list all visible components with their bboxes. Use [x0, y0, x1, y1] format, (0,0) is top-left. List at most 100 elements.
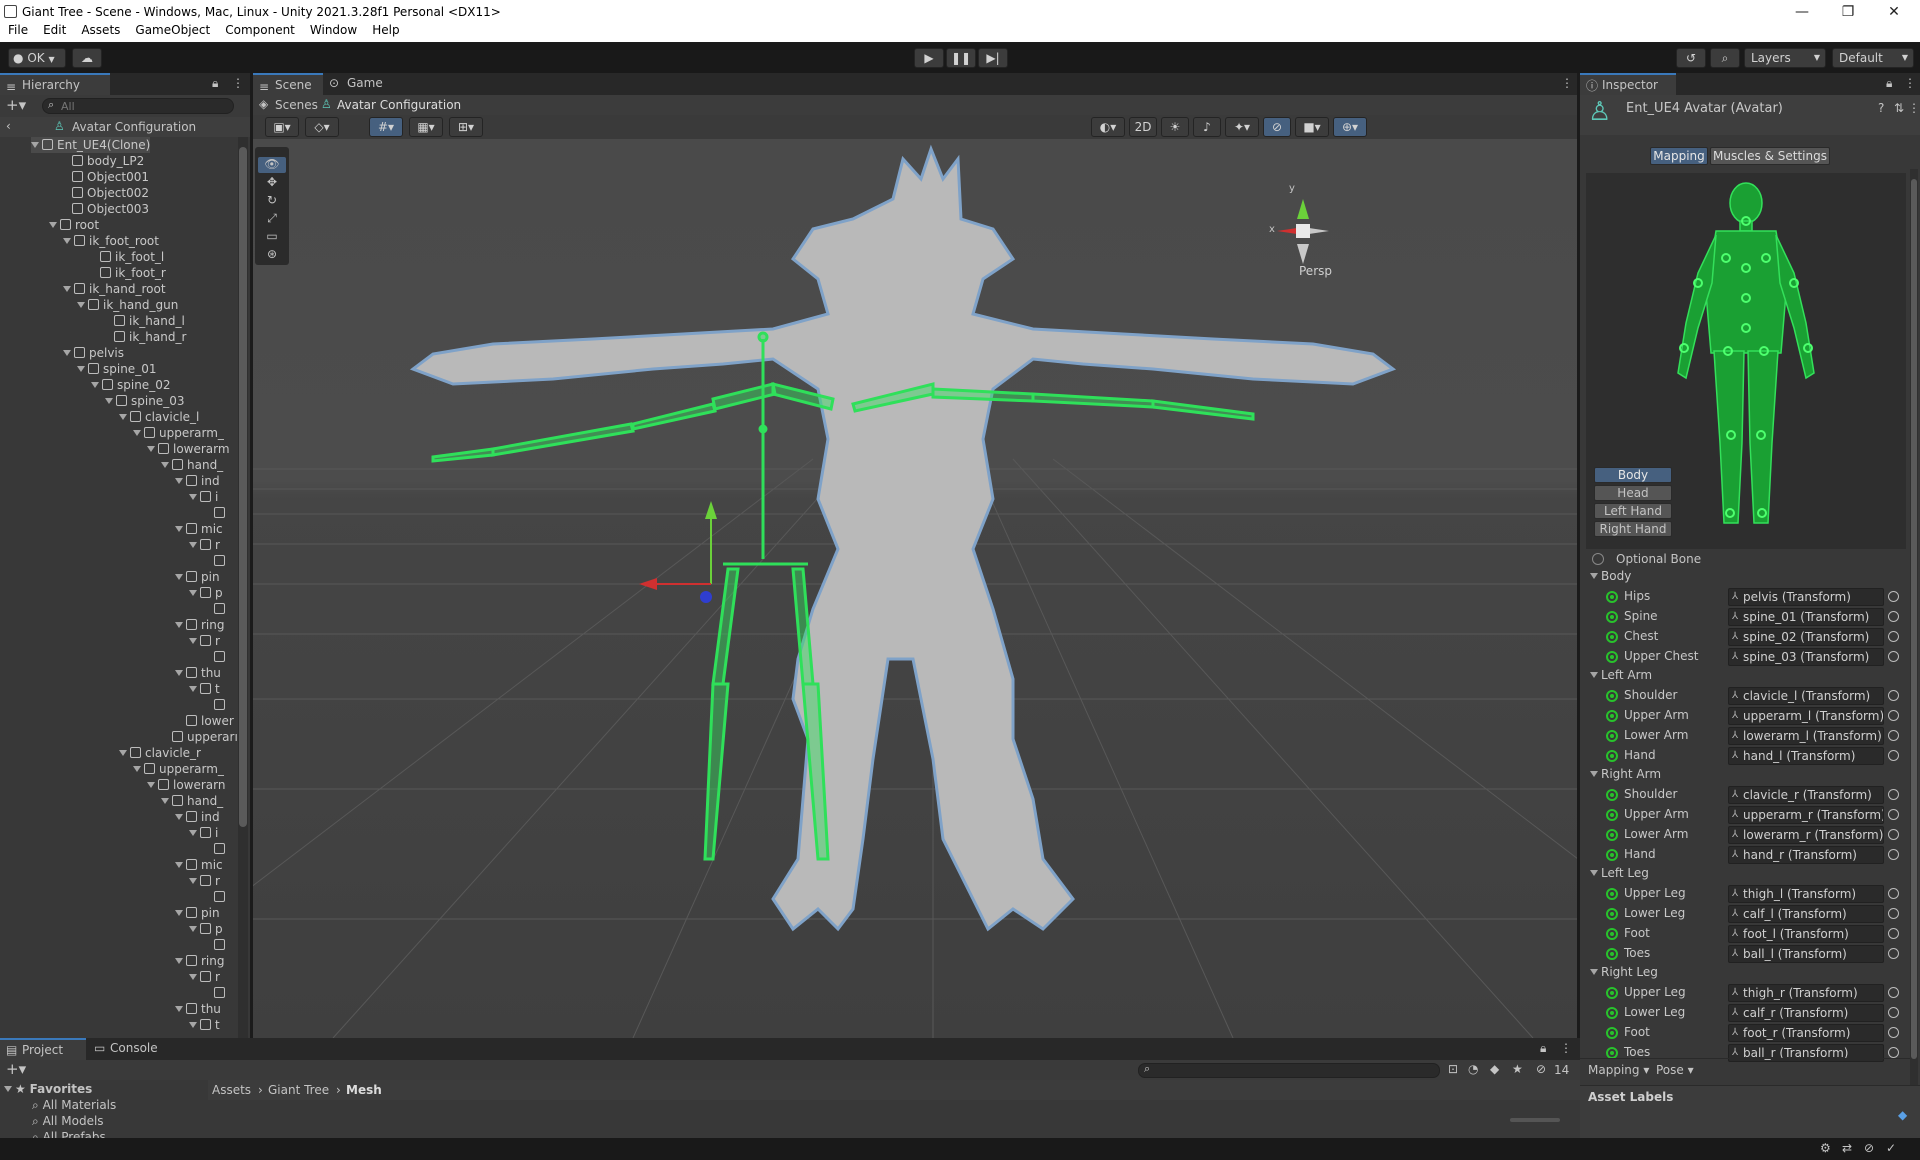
- object-picker-icon[interactable]: [1888, 928, 1899, 939]
- hierarchy-row[interactable]: hand_: [161, 457, 223, 473]
- tab-scene[interactable]: ≡ Scene: [253, 73, 323, 95]
- foldout-arrow-icon[interactable]: [175, 478, 183, 484]
- bone-group-header[interactable]: Left Arm: [1590, 668, 1652, 682]
- object-picker-icon[interactable]: [1888, 1007, 1899, 1018]
- foldout-arrow-icon[interactable]: [189, 830, 197, 836]
- breadcrumb-avatar-config[interactable]: Avatar Configuration: [337, 98, 461, 112]
- hierarchy-row[interactable]: ring: [175, 953, 225, 969]
- object-picker-icon[interactable]: [1888, 908, 1899, 919]
- hierarchy-row[interactable]: Object003: [72, 201, 149, 217]
- tab-inspector[interactable]: ⓘ Inspector: [1580, 73, 1676, 95]
- menu-item-window[interactable]: Window: [302, 20, 364, 37]
- pose-dropdown[interactable]: Pose ▾: [1656, 1063, 1694, 1077]
- bone-status-icon[interactable]: [1606, 611, 1618, 623]
- hierarchy-row[interactable]: ik_hand_l: [114, 313, 185, 329]
- object-picker-icon[interactable]: [1888, 611, 1899, 622]
- favorite-icon[interactable]: ★: [1512, 1062, 1523, 1076]
- settings-icon[interactable]: ⇅: [1894, 101, 1904, 115]
- foldout-arrow-icon[interactable]: [175, 814, 183, 820]
- grid-button[interactable]: ▦▾: [409, 117, 443, 137]
- object-picker-icon[interactable]: [1888, 888, 1899, 899]
- bone-transform-field[interactable]: lowerarm_r (Transform): [1728, 826, 1884, 844]
- add-icon[interactable]: +▾: [6, 1060, 26, 1078]
- hidden-packages-icon[interactable]: ⊘: [1536, 1062, 1546, 1076]
- hierarchy-row[interactable]: upperarm_: [133, 425, 224, 441]
- hierarchy-row[interactable]: body_LP2: [72, 153, 144, 169]
- transform-tool-button[interactable]: ⊛: [258, 247, 286, 263]
- foldout-arrow-icon[interactable]: [77, 302, 85, 308]
- object-picker-icon[interactable]: [1888, 849, 1899, 860]
- hierarchy-row[interactable]: thu: [175, 665, 221, 681]
- step-button[interactable]: ▶|: [978, 48, 1008, 68]
- foldout-arrow-icon[interactable]: [189, 1022, 197, 1028]
- foldout-arrow-icon[interactable]: [175, 862, 183, 868]
- scene-viewport[interactable]: y x Persp 👁︎ ✥ ↻ ⤢ ▭ ⊛: [253, 139, 1577, 1038]
- bone-transform-field[interactable]: foot_l (Transform): [1728, 925, 1884, 943]
- more-icon[interactable]: ⋮: [232, 76, 244, 90]
- bone-transform-field[interactable]: thigh_l (Transform): [1728, 885, 1884, 903]
- favorite-item[interactable]: ⌕ All Materials: [32, 1098, 116, 1113]
- object-picker-icon[interactable]: [1888, 987, 1899, 998]
- object-picker-icon[interactable]: [1888, 651, 1899, 662]
- increment-snap-button[interactable]: ⊞▾: [449, 117, 483, 137]
- bone-status-icon[interactable]: [1606, 710, 1618, 722]
- hierarchy-row[interactable]: thu: [175, 1001, 221, 1017]
- breadcrumb-giant-tree[interactable]: Giant Tree: [268, 1083, 329, 1097]
- foldout-arrow-icon[interactable]: [147, 782, 155, 788]
- foldout-arrow-icon[interactable]: [189, 974, 197, 980]
- bone-transform-field[interactable]: clavicle_l (Transform): [1728, 687, 1884, 705]
- foldout-arrow-icon[interactable]: [175, 574, 183, 580]
- hierarchy-row[interactable]: Ent_UE4(Clone): [31, 137, 151, 153]
- search-button[interactable]: ⌕: [1710, 48, 1740, 68]
- play-button[interactable]: ▶: [914, 48, 944, 68]
- foldout-arrow-icon[interactable]: [175, 958, 183, 964]
- tab-console[interactable]: ▭ Console: [88, 1038, 174, 1060]
- bone-transform-field[interactable]: foot_r (Transform): [1728, 1024, 1884, 1042]
- hierarchy-search-input[interactable]: [42, 98, 234, 114]
- tab-game[interactable]: ⊙ Game: [325, 73, 393, 95]
- foldout-arrow-icon[interactable]: [119, 750, 127, 756]
- view-head-button[interactable]: Head: [1594, 485, 1672, 501]
- breadcrumb-scenes[interactable]: Scenes: [275, 98, 318, 112]
- hierarchy-row[interactable]: pelvis: [63, 345, 124, 361]
- foldout-arrow-icon[interactable]: [175, 526, 183, 532]
- hierarchy-row[interactable]: Object001: [72, 169, 149, 185]
- tab-mapping[interactable]: Mapping: [1650, 147, 1708, 165]
- shading-button[interactable]: ◇▾: [305, 117, 339, 137]
- bone-transform-field[interactable]: spine_01 (Transform): [1728, 608, 1884, 626]
- mapping-dropdown[interactable]: Mapping ▾: [1588, 1063, 1649, 1077]
- gizmos-button[interactable]: ⊕▾: [1333, 117, 1367, 137]
- network-icon[interactable]: ⇄: [1842, 1141, 1852, 1155]
- hierarchy-row[interactable]: Object002: [72, 185, 149, 201]
- hierarchy-row[interactable]: [214, 937, 229, 953]
- menu-item-help[interactable]: Help: [364, 20, 406, 37]
- account-button[interactable]: ● OK ▼: [8, 48, 66, 68]
- more-icon[interactable]: ⋮: [1904, 76, 1916, 90]
- bone-status-icon[interactable]: [1606, 948, 1618, 960]
- menu-item-edit[interactable]: Edit: [35, 20, 73, 37]
- hierarchy-row[interactable]: p: [189, 921, 223, 937]
- hierarchy-row[interactable]: r: [189, 873, 220, 889]
- foldout-arrow-icon[interactable]: [175, 622, 183, 628]
- inspector-scrollbar[interactable]: [1910, 169, 1918, 1149]
- toggle-2d-button[interactable]: 2D: [1129, 117, 1157, 137]
- check-icon[interactable]: ✓: [1886, 1141, 1896, 1155]
- hierarchy-row[interactable]: [214, 649, 229, 665]
- lock-icon[interactable]: 🔒︎: [1540, 1041, 1546, 1056]
- foldout-arrow-icon[interactable]: [63, 286, 71, 292]
- foldout-arrow-icon[interactable]: [189, 686, 197, 692]
- hierarchy-row[interactable]: [214, 601, 229, 617]
- add-icon[interactable]: +▾: [6, 96, 26, 114]
- bone-status-icon[interactable]: [1606, 829, 1618, 841]
- bone-status-icon[interactable]: [1606, 849, 1618, 861]
- object-picker-icon[interactable]: [1888, 1027, 1899, 1038]
- tag-icon[interactable]: ◆: [1898, 1108, 1907, 1122]
- persp-label[interactable]: Persp: [1299, 264, 1332, 278]
- breadcrumb-mesh[interactable]: Mesh: [346, 1083, 382, 1097]
- hierarchy-row[interactable]: upperarm_: [133, 761, 224, 777]
- hierarchy-row[interactable]: clavicle_r: [119, 745, 201, 761]
- menu-item-file[interactable]: File: [0, 20, 35, 37]
- bone-transform-field[interactable]: upperarm_r (Transform): [1728, 806, 1884, 824]
- hierarchy-row[interactable]: ind: [175, 473, 220, 489]
- object-picker-icon[interactable]: [1888, 690, 1899, 701]
